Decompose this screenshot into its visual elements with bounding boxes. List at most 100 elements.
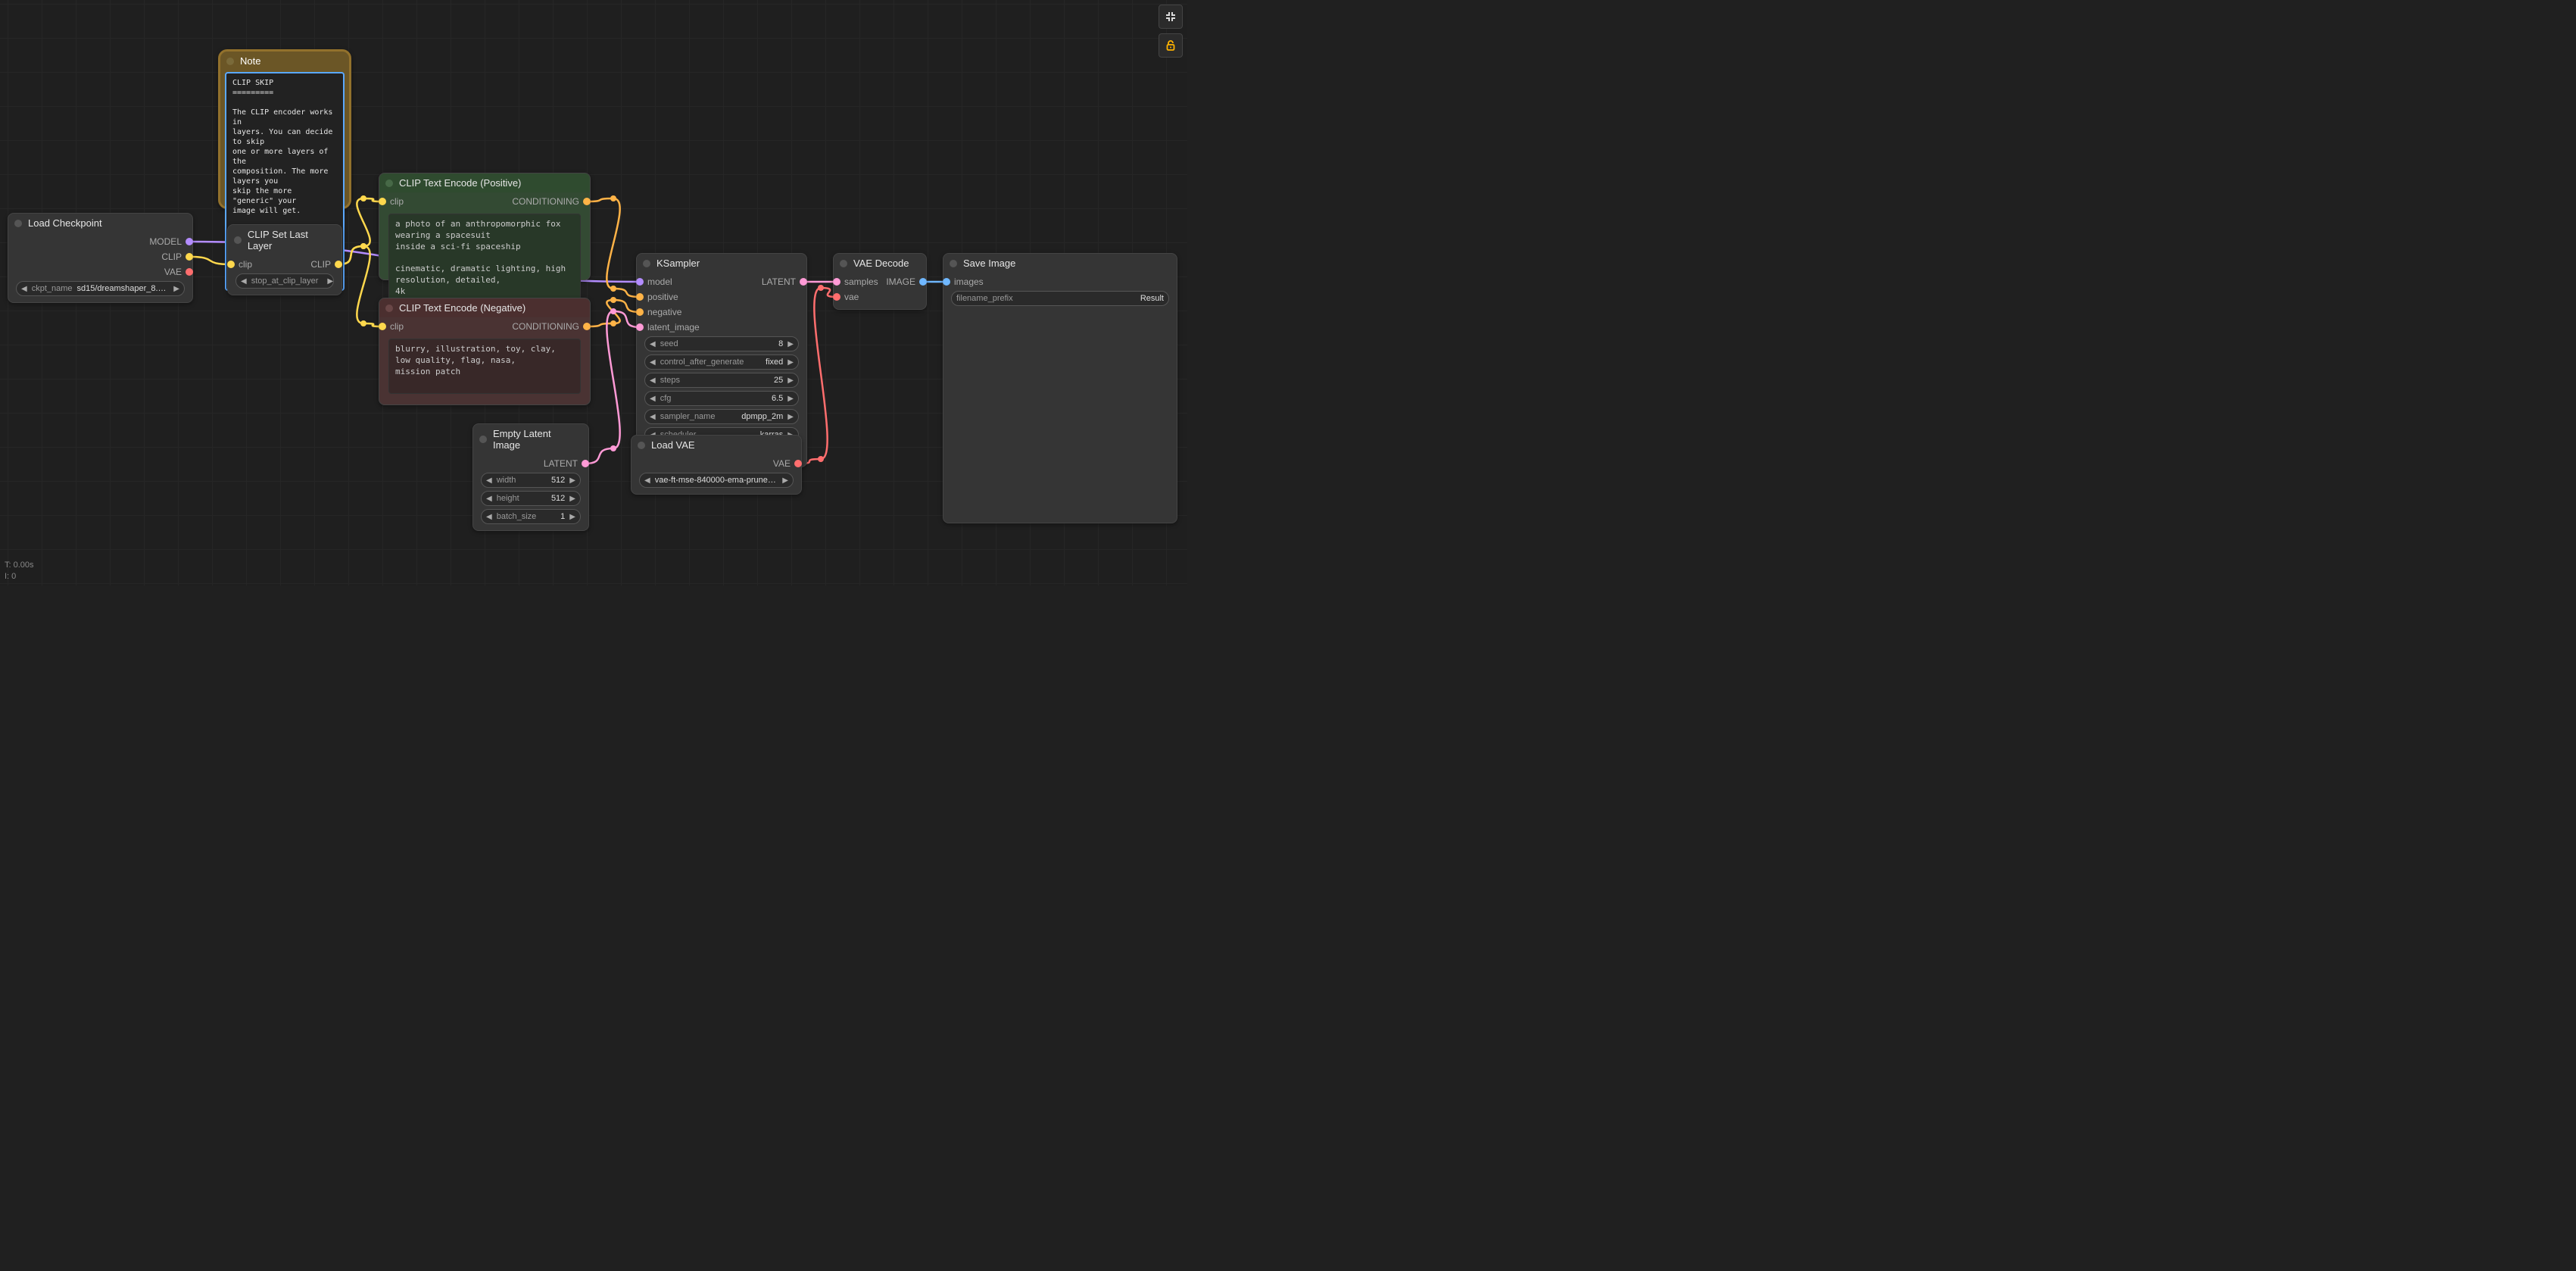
widget-batch-size[interactable]: ◀ batch_size 1 ▶ xyxy=(481,509,581,524)
input-port-images[interactable] xyxy=(943,278,950,286)
output-port-clip[interactable] xyxy=(186,253,193,261)
lock-button[interactable] xyxy=(1159,33,1183,58)
input-port-clip[interactable] xyxy=(379,323,386,330)
collapse-toggle-icon[interactable] xyxy=(234,236,242,244)
node-title: Load Checkpoint xyxy=(28,217,102,229)
chevron-right-icon[interactable]: ▶ xyxy=(787,358,794,367)
collapse-toggle-icon[interactable] xyxy=(479,436,487,443)
node-note[interactable]: Note CLIP SKIP ========= The CLIP encode… xyxy=(218,49,351,209)
node-clip-set-last-layer[interactable]: CLIP Set Last Layer clip CLIP ◀ stop_at_… xyxy=(227,224,342,295)
collapse-toggle-icon[interactable] xyxy=(14,220,22,227)
input-label: clip xyxy=(390,196,404,207)
input-port-latent-image[interactable] xyxy=(636,323,644,331)
input-port-model[interactable] xyxy=(636,278,644,286)
chevron-left-icon[interactable]: ◀ xyxy=(486,513,492,521)
chevron-left-icon[interactable]: ◀ xyxy=(650,376,656,385)
chevron-right-icon[interactable]: ▶ xyxy=(782,476,788,485)
node-title: Load VAE xyxy=(651,439,695,451)
node-header[interactable]: Note xyxy=(220,52,349,70)
chevron-right-icon[interactable]: ▶ xyxy=(569,513,575,521)
output-label: CLIP xyxy=(161,251,182,262)
input-port-negative[interactable] xyxy=(636,308,644,316)
output-port-image[interactable] xyxy=(919,278,927,286)
widget-seed[interactable]: ◀seed8▶ xyxy=(644,336,799,351)
output-port-conditioning[interactable] xyxy=(583,323,591,330)
chevron-left-icon[interactable]: ◀ xyxy=(486,495,492,503)
widget-width[interactable]: ◀ width 512 ▶ xyxy=(481,473,581,488)
chevron-right-icon[interactable]: ▶ xyxy=(787,376,794,385)
collapse-toggle-icon[interactable] xyxy=(226,58,234,65)
node-header[interactable]: Load Checkpoint xyxy=(8,214,192,233)
node-load-vae[interactable]: Load VAE VAE ◀ vae-ft-mse-840000-ema-pru… xyxy=(631,435,802,495)
widget-vae-name[interactable]: ◀ vae-ft-mse-840000-ema-pruned.safetenso… xyxy=(639,473,794,488)
node-save-image[interactable]: Save Image images filename_prefix Result xyxy=(943,253,1177,523)
status-time: T: 0.00s xyxy=(5,560,34,571)
widget-filename-prefix[interactable]: filename_prefix Result xyxy=(951,291,1169,306)
chevron-left-icon[interactable]: ◀ xyxy=(650,340,656,348)
image-preview-area xyxy=(953,312,1168,517)
widget-stop-at-clip-layer[interactable]: ◀ stop_at_clip_layer -2 ▶ xyxy=(235,273,334,289)
node-header[interactable]: Load VAE xyxy=(632,436,801,454)
chevron-right-icon[interactable]: ▶ xyxy=(173,285,179,293)
widget-cfg[interactable]: ◀cfg6.5▶ xyxy=(644,391,799,406)
node-empty-latent-image[interactable]: Empty Latent Image LATENT ◀ width 512 ▶ … xyxy=(472,423,589,531)
collapse-toggle-icon[interactable] xyxy=(643,260,650,267)
chevron-right-icon[interactable]: ▶ xyxy=(327,277,333,286)
chevron-left-icon[interactable]: ◀ xyxy=(644,476,650,485)
chevron-right-icon[interactable]: ▶ xyxy=(787,395,794,403)
output-port-latent[interactable] xyxy=(800,278,807,286)
widget-control-after-generate[interactable]: ◀control_after_generatefixed▶ xyxy=(644,354,799,370)
output-port-conditioning[interactable] xyxy=(583,198,591,205)
node-header[interactable]: Empty Latent Image xyxy=(473,424,588,454)
chevron-right-icon[interactable]: ▶ xyxy=(569,476,575,485)
chevron-left-icon[interactable]: ◀ xyxy=(650,413,656,421)
collapse-toggle-icon[interactable] xyxy=(385,304,393,312)
output-port-vae[interactable] xyxy=(794,460,802,467)
chevron-left-icon[interactable]: ◀ xyxy=(650,395,656,403)
output-port-clip[interactable] xyxy=(335,261,342,268)
node-graph-canvas[interactable]: Note CLIP SKIP ========= The CLIP encode… xyxy=(0,0,1187,586)
chevron-left-icon[interactable]: ◀ xyxy=(21,285,27,293)
node-load-checkpoint[interactable]: Load Checkpoint MODEL CLIP VAE ◀ ckpt_na… xyxy=(8,213,193,303)
node-clip-text-encode-positive[interactable]: CLIP Text Encode (Positive) clip CONDITI… xyxy=(379,173,591,280)
node-vae-decode[interactable]: VAE Decode samples IMAGE vae xyxy=(833,253,927,310)
collapse-toggle-icon[interactable] xyxy=(638,442,645,449)
input-label: samples xyxy=(844,276,878,287)
collapse-toggle-icon[interactable] xyxy=(840,260,847,267)
widget-steps[interactable]: ◀steps25▶ xyxy=(644,373,799,388)
chevron-left-icon[interactable]: ◀ xyxy=(650,358,656,367)
chevron-right-icon[interactable]: ▶ xyxy=(787,413,794,421)
prompt-textarea[interactable]: a photo of an anthropomorphic fox wearin… xyxy=(388,214,581,303)
status-iterations: I: 0 xyxy=(5,571,34,582)
output-label: LATENT xyxy=(544,458,578,469)
node-header[interactable]: VAE Decode xyxy=(834,254,926,273)
output-label: VAE xyxy=(164,267,182,277)
widget-ckpt-name[interactable]: ◀ ckpt_name sd15/dreamshaper_8.safetenso… xyxy=(16,281,185,296)
output-port-model[interactable] xyxy=(186,238,193,245)
input-label: model xyxy=(647,276,672,287)
fullscreen-exit-button[interactable] xyxy=(1159,5,1183,29)
chevron-right-icon[interactable]: ▶ xyxy=(569,495,575,503)
widget-height[interactable]: ◀ height 512 ▶ xyxy=(481,491,581,506)
output-port-vae[interactable] xyxy=(186,268,193,276)
collapse-toggle-icon[interactable] xyxy=(385,180,393,187)
output-port-latent[interactable] xyxy=(582,460,589,467)
chevron-left-icon[interactable]: ◀ xyxy=(486,476,492,485)
chevron-right-icon[interactable]: ▶ xyxy=(787,340,794,348)
input-port-clip[interactable] xyxy=(379,198,386,205)
collapse-toggle-icon[interactable] xyxy=(950,260,957,267)
node-header[interactable]: CLIP Set Last Layer xyxy=(228,225,341,255)
output-label: LATENT xyxy=(762,276,796,287)
widget-sampler-name[interactable]: ◀sampler_namedpmpp_2m▶ xyxy=(644,409,799,424)
node-clip-text-encode-negative[interactable]: CLIP Text Encode (Negative) clip CONDITI… xyxy=(379,298,591,405)
chevron-left-icon[interactable]: ◀ xyxy=(241,277,247,286)
node-header[interactable]: CLIP Text Encode (Negative) xyxy=(379,298,590,317)
input-port-vae[interactable] xyxy=(833,293,840,301)
node-header[interactable]: CLIP Text Encode (Positive) xyxy=(379,173,590,192)
input-port-positive[interactable] xyxy=(636,293,644,301)
input-port-samples[interactable] xyxy=(833,278,840,286)
node-header[interactable]: Save Image xyxy=(943,254,1177,273)
prompt-textarea[interactable]: blurry, illustration, toy, clay, low qua… xyxy=(388,339,581,394)
node-header[interactable]: KSampler xyxy=(637,254,806,273)
input-port-clip[interactable] xyxy=(227,261,235,268)
